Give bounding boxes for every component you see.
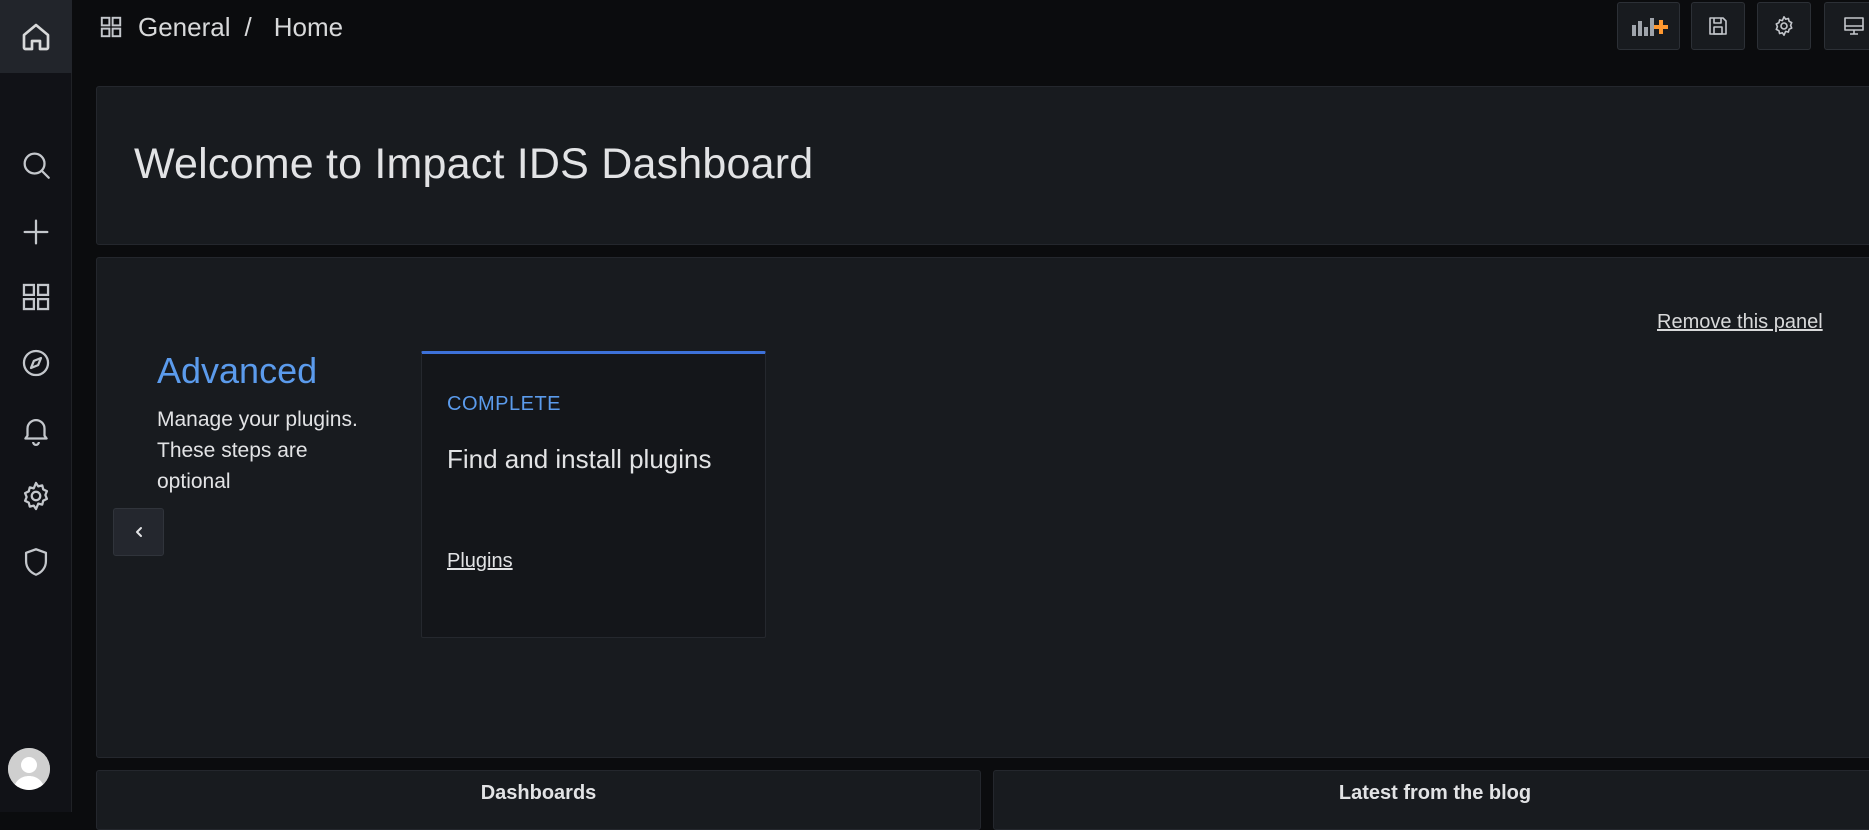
- create-button[interactable]: [0, 212, 72, 252]
- apps-grid-icon: [100, 16, 122, 38]
- gear-icon: [1775, 16, 1793, 36]
- plugins-link[interactable]: Plugins: [447, 550, 513, 573]
- blog-panel-title: Latest from the blog: [1338, 782, 1532, 804]
- breadcrumb: General / Home: [98, 10, 343, 44]
- search-icon: [23, 152, 50, 179]
- chevron-left-icon: [135, 527, 142, 537]
- breadcrumb-page[interactable]: Home: [274, 12, 343, 43]
- plugins-step-card: COMPLETE Find and install plugins Plugin…: [421, 351, 766, 638]
- card-title: Find and install plugins: [447, 444, 712, 474]
- getting-started-panel: [96, 257, 1869, 758]
- avatar-icon: [8, 748, 50, 790]
- step-section-title: Advanced: [157, 350, 318, 391]
- home-button[interactable]: [0, 0, 72, 73]
- remove-panel-link[interactable]: Remove this panel: [1657, 311, 1823, 334]
- monitor-icon: [1844, 17, 1864, 35]
- gear-icon: [23, 481, 49, 511]
- save-dashboard-button[interactable]: [1691, 2, 1745, 50]
- card-status: COMPLETE: [447, 393, 562, 415]
- previous-step-button[interactable]: [113, 508, 164, 556]
- add-panel-button[interactable]: [1617, 2, 1680, 50]
- step-section-description: Manage your plugins. These steps are opt…: [157, 408, 358, 493]
- shield-icon: [24, 548, 48, 576]
- bell-icon: [24, 419, 48, 446]
- welcome-title: Welcome to Impact IDS Dashboard: [134, 140, 814, 188]
- view-mode-button[interactable]: [1824, 2, 1869, 50]
- side-menu: [0, 0, 72, 812]
- server-admin-button[interactable]: [0, 542, 72, 582]
- dashboard-settings-button[interactable]: [1757, 2, 1811, 50]
- add-panel-icon: [1631, 18, 1668, 36]
- breadcrumb-separator: /: [244, 11, 252, 42]
- dashboards-button[interactable]: [0, 277, 72, 317]
- save-icon: [1709, 17, 1727, 35]
- search-button[interactable]: [0, 145, 72, 185]
- alerting-button[interactable]: [0, 410, 72, 450]
- home-icon: [22, 23, 50, 50]
- plus-icon: [23, 219, 49, 245]
- explore-button[interactable]: [0, 343, 72, 383]
- apps-grid-icon: [22, 283, 50, 311]
- user-avatar[interactable]: [8, 748, 50, 790]
- configuration-button[interactable]: [0, 476, 72, 516]
- compass-icon: [22, 349, 50, 377]
- dashboards-panel-title: Dashboards: [480, 782, 597, 804]
- breadcrumb-folder[interactable]: General: [138, 12, 231, 43]
- top-navbar: General / Home: [72, 0, 1869, 80]
